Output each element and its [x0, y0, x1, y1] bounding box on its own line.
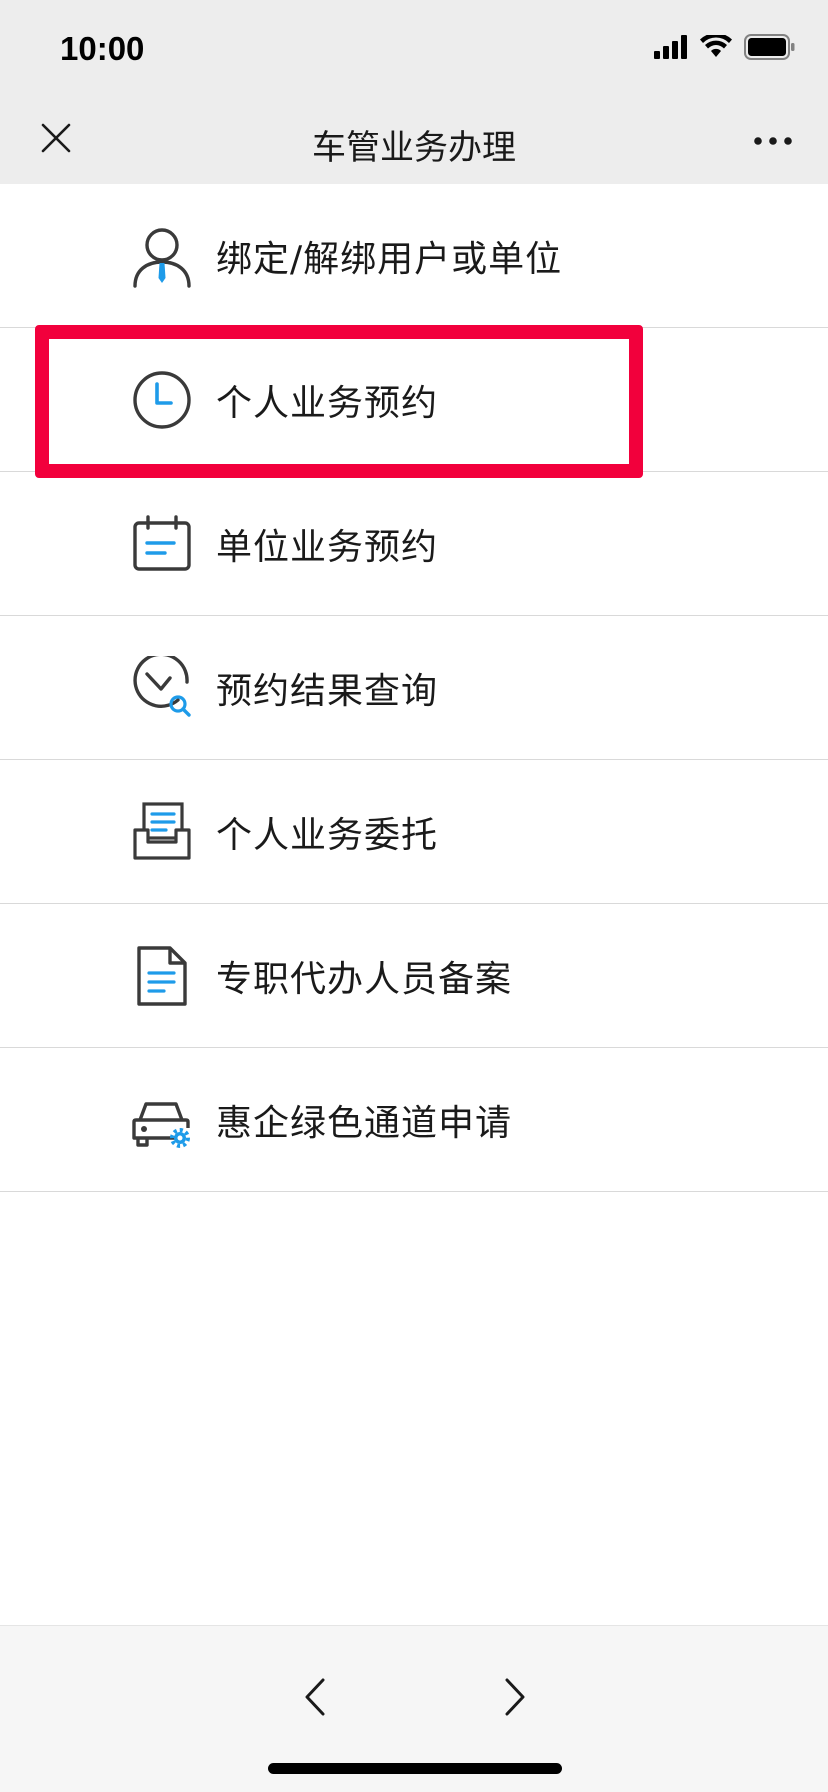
forward-button[interactable] — [495, 1674, 535, 1724]
chevron-left-icon — [303, 1677, 327, 1721]
document-icon — [130, 944, 194, 1008]
menu-item-label: 单位业务预约 — [216, 526, 439, 568]
more-icon — [753, 131, 793, 150]
menu-item-agent-filing[interactable]: 专职代办人员备案 — [0, 904, 828, 1048]
home-indicator[interactable] — [268, 1763, 562, 1774]
clock-icon — [130, 368, 194, 432]
status-icons — [654, 33, 796, 64]
calendar-icon — [130, 512, 194, 576]
more-button[interactable] — [748, 120, 798, 160]
menu-item-appointment-query[interactable]: 预约结果查询 — [0, 616, 828, 760]
menu-item-green-channel[interactable]: 惠企绿色通道申请 — [0, 1048, 828, 1192]
battery-icon — [744, 34, 796, 64]
menu-item-company-appointment[interactable]: 单位业务预约 — [0, 472, 828, 616]
menu-item-label: 惠企绿色通道申请 — [216, 1102, 513, 1144]
inbox-tray-icon — [130, 800, 194, 864]
clock-search-icon — [130, 652, 194, 720]
menu-item-personal-appointment[interactable]: 个人业务预约 — [0, 328, 828, 472]
user-icon — [130, 224, 194, 288]
menu-item-label: 个人业务预约 — [216, 382, 439, 424]
menu-item-label: 专职代办人员备案 — [216, 958, 513, 1000]
car-gear-icon — [130, 1088, 194, 1152]
menu-item-bind-unbind[interactable]: 绑定/解绑用户或单位 — [0, 184, 828, 328]
status-bar: 10:00 — [0, 0, 828, 96]
menu-item-personal-entrust[interactable]: 个人业务委托 — [0, 760, 828, 904]
status-time: 10:00 — [60, 30, 145, 67]
menu-list: 绑定/解绑用户或单位 个人业务预约 单位业务预约 预约结果查询 个人业务委托 专… — [0, 184, 828, 1192]
menu-item-label: 绑定/解绑用户或单位 — [216, 238, 563, 280]
signal-icon — [654, 35, 688, 63]
chevron-right-icon — [503, 1677, 527, 1721]
menu-item-label: 个人业务委托 — [216, 814, 439, 856]
back-button[interactable] — [295, 1674, 335, 1724]
menu-item-label: 预约结果查询 — [216, 670, 439, 712]
page-title: 车管业务办理 — [312, 128, 516, 168]
nav-bar: 车管业务办理 — [0, 96, 828, 184]
wifi-icon — [700, 33, 732, 63]
